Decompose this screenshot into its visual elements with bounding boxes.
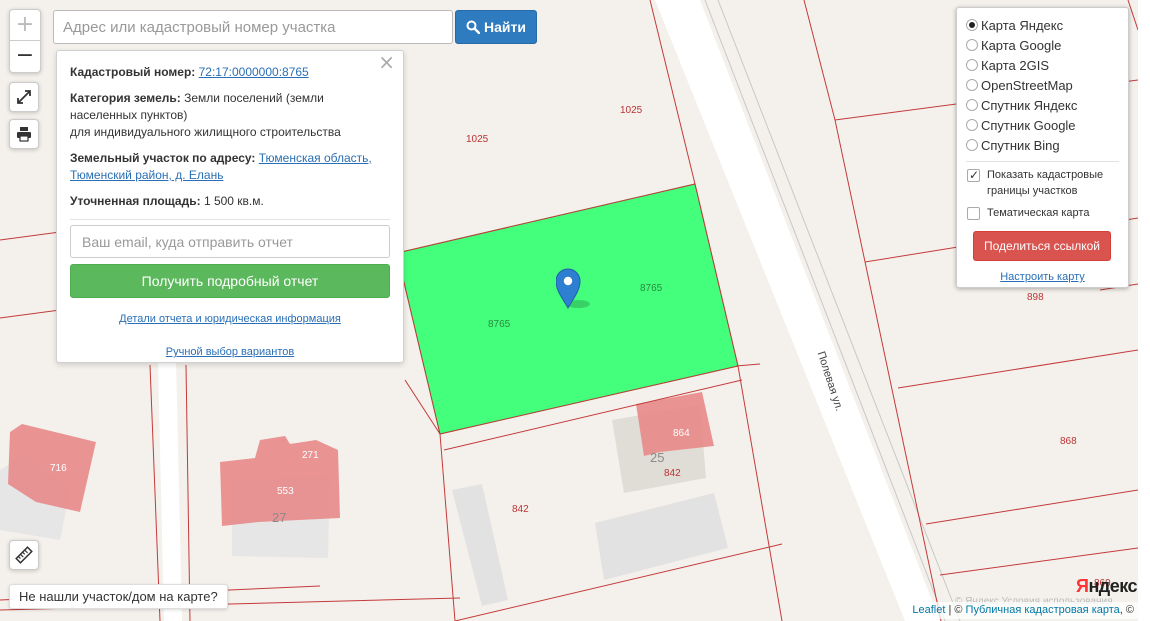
radio[interactable] [966, 79, 978, 91]
radio[interactable] [966, 139, 978, 151]
road-left [158, 360, 182, 621]
layer-option-google-map[interactable]: Карта Google [966, 35, 1119, 55]
layer-option-label: Спутник Google [981, 117, 1076, 133]
share-link-button[interactable]: Поделиться ссылкой [973, 231, 1111, 261]
fullscreen-icon [17, 90, 31, 104]
address-row: Земельный участок по адресу: Тюменская о… [70, 150, 390, 184]
map-marker-icon[interactable] [556, 268, 596, 310]
layer-option-label: Спутник Bing [981, 137, 1060, 153]
outbuilding-footprint [595, 493, 728, 580]
area-row: Уточненная площадь: 1 500 кв.м. [70, 193, 390, 210]
pkk-link[interactable]: Публичная кадастровая карта [966, 604, 1120, 616]
page-gutter [1138, 0, 1150, 621]
layer-option-yandex-map[interactable]: Карта Яндекс [966, 15, 1119, 35]
building-label: 716 [50, 463, 67, 474]
zoom-out-button[interactable]: − [10, 41, 40, 72]
checkbox[interactable] [967, 207, 980, 220]
layer-option-2gis-map[interactable]: Карта 2GIS [966, 55, 1119, 75]
show-borders-label: Показать кадастровые границы участков [987, 169, 1104, 197]
checkbox-checked[interactable] [967, 167, 980, 183]
cadastral-number-link[interactable]: 72:17:0000000:8765 [199, 65, 309, 79]
configure-map-link[interactable]: Настроить карту [966, 271, 1119, 283]
print-button[interactable] [9, 119, 39, 149]
radio-selected[interactable] [966, 19, 978, 31]
radio[interactable] [966, 59, 978, 71]
search-button-label: Найти [484, 19, 526, 35]
map-attribution: Leaflet | © Публичная кадастровая карта,… [908, 602, 1138, 619]
report-details-link[interactable]: Детали отчета и юридическая информация [70, 311, 390, 328]
layer-option-bing-satellite[interactable]: Спутник Bing [966, 135, 1119, 155]
print-icon [17, 127, 31, 142]
close-icon[interactable]: × [378, 52, 395, 72]
land-category-label: Категория земель: [70, 91, 181, 105]
search-button[interactable]: Найти [455, 10, 537, 44]
attribution-separator: | © [945, 604, 966, 616]
cadastral-number-label: Кадастровый номер: [70, 65, 196, 79]
layer-option-label: Карта 2GIS [981, 57, 1050, 73]
layer-option-label: Карта Google [981, 37, 1062, 53]
manual-selection-link[interactable]: Ручной выбор вариантов [70, 344, 390, 361]
parcel-label: 8765 [488, 319, 511, 330]
building-label: 553 [277, 486, 294, 497]
show-cadastral-borders-toggle[interactable]: Показать кадастровые границы участков [966, 167, 1119, 199]
layer-option-label: Карта Яндекс [981, 17, 1064, 33]
ruler-icon [15, 546, 33, 564]
radio[interactable] [966, 119, 978, 131]
area-label: Уточненная площадь: [70, 194, 201, 208]
layer-option-label: Спутник Яндекс [981, 97, 1078, 113]
search-icon [466, 20, 481, 34]
building-label: 271 [302, 450, 319, 461]
cadastral-label: 1025 [466, 134, 489, 145]
cadastral-number-row: Кадастровый номер: 72:17:0000000:8765 [70, 64, 390, 81]
cadastral-label: 842 [664, 468, 681, 479]
zoom-in-button[interactable]: + [10, 10, 40, 41]
cadastral-label: 898 [1027, 292, 1044, 303]
layers-divider [966, 161, 1119, 162]
parcel-info-popup: × Кадастровый номер: 72:17:0000000:8765 … [56, 50, 404, 363]
parcel-label: 8765 [640, 283, 663, 294]
email-field[interactable] [70, 225, 390, 258]
land-usage-value: для индивидуального жилищного строительс… [70, 125, 341, 139]
area-value: 1 500 кв.м. [203, 194, 264, 208]
land-category-row: Категория земель: Земли поселений (земли… [70, 90, 390, 141]
radio[interactable] [966, 39, 978, 51]
layer-option-google-satellite[interactable]: Спутник Google [966, 115, 1119, 135]
search-input[interactable] [53, 10, 453, 44]
attribution-suffix: , © [1119, 604, 1134, 616]
measure-button[interactable] [9, 540, 39, 570]
not-found-button[interactable]: Не нашли участок/дом на карте? [9, 584, 228, 609]
address-label: Земельный участок по адресу: [70, 151, 256, 165]
building-label: 864 [673, 428, 690, 439]
popup-divider [70, 219, 390, 220]
fullscreen-button[interactable] [9, 82, 39, 112]
leaflet-link[interactable]: Leaflet [912, 604, 945, 616]
yandex-logo: Яндекс [1076, 576, 1138, 597]
house-number: 25 [650, 450, 665, 465]
get-report-button[interactable]: Получить подробный отчет [70, 264, 390, 298]
layer-option-osm[interactable]: OpenStreetMap [966, 75, 1119, 95]
thematic-map-label: Тематическая карта [987, 207, 1090, 219]
cadastral-label: 842 [512, 504, 529, 515]
thematic-map-toggle[interactable]: Тематическая карта [966, 205, 1119, 221]
yandex-logo-first-letter: Я [1076, 576, 1089, 596]
zoom-control: + − [9, 9, 41, 73]
yandex-logo-rest: ндекс [1088, 576, 1138, 596]
layer-option-label: OpenStreetMap [981, 77, 1073, 93]
outbuilding-footprint [452, 484, 508, 606]
layer-switcher-panel: Карта Яндекс Карта Google Карта 2GIS Ope… [956, 7, 1129, 288]
radio[interactable] [966, 99, 978, 111]
layer-option-yandex-satellite[interactable]: Спутник Яндекс [966, 95, 1119, 115]
house-number: 27 [272, 510, 287, 525]
building [636, 392, 714, 456]
cadastral-label: 868 [1060, 436, 1077, 447]
cadastral-label: 1025 [620, 105, 643, 116]
